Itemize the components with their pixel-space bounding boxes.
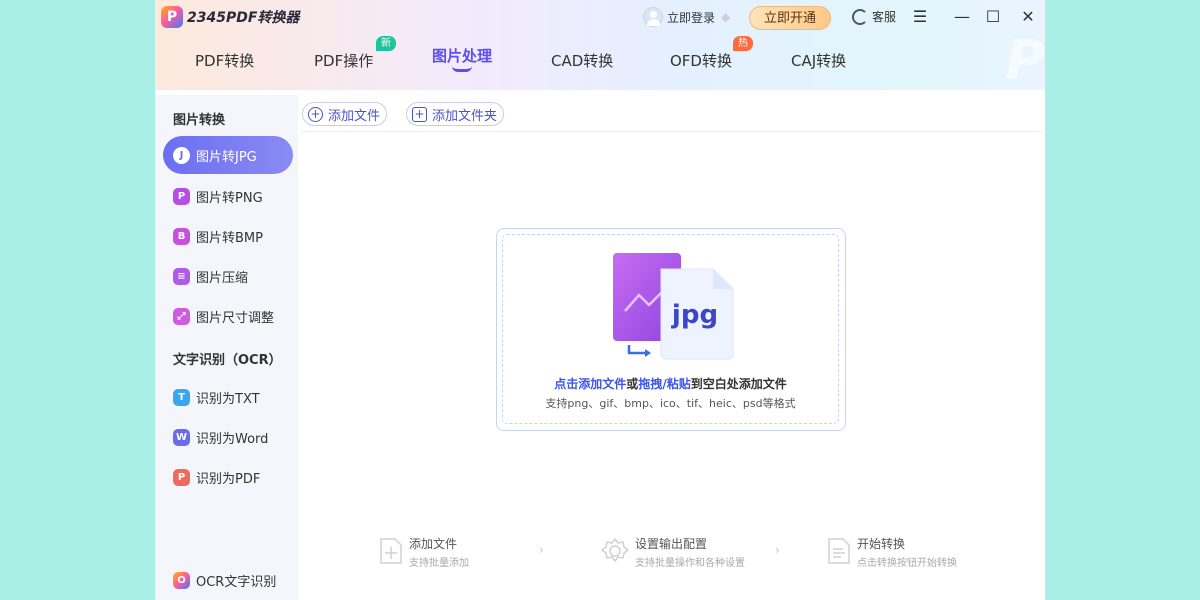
jpg-icon: J (173, 146, 190, 164)
sidebar-item-ocr-recognition[interactable]: O OCR文字识别 (163, 561, 293, 599)
sidebar-item-label: 图片压缩 (196, 270, 249, 286)
add-file-button[interactable]: + 添加文件 (302, 102, 388, 126)
sidebar-item-image-to-png[interactable]: P 图片转PNG (163, 177, 293, 215)
compress-icon: ≡ (173, 267, 190, 285)
gear-icon (601, 538, 629, 562)
main-tabs: PDF转换 PDF操作 新 图片处理 CAD转换 OFD转换 热 CAJ转换 (155, 36, 1045, 85)
step-output-settings: 设置输出配置 支持批量操作和各种设置 (601, 535, 745, 571)
sidebar-item-label: 图片尺寸调整 (196, 310, 275, 326)
tab-pdf-convert[interactable]: PDF转换 (195, 50, 254, 71)
supported-formats-text: 支持png、gif、bmp、ico、tif、heic、psd等格式 (545, 397, 796, 410)
tab-cad-convert[interactable]: CAD转换 (551, 50, 613, 71)
txt-icon: T (173, 388, 190, 406)
close-button[interactable]: ✕ (1016, 6, 1040, 28)
click-add-file-link[interactable]: 点击添加文件 (554, 377, 626, 391)
add-folder-button[interactable]: + 添加文件夹 (406, 102, 505, 126)
diamond-icon: ◆ (721, 10, 731, 24)
sidebar-item-label: 识别为Word (196, 431, 269, 447)
app-title: 2345PDF转换器 (187, 10, 300, 26)
tab-image-process[interactable]: 图片处理 (432, 45, 492, 66)
minimize-button[interactable]: — (950, 6, 974, 28)
file-ext-label: jpg (671, 300, 718, 330)
sidebar-item-ocr-word[interactable]: W 识别为Word (163, 418, 293, 456)
sidebar-section-ocr: 文字识别（OCR） (173, 353, 282, 368)
sidebar-section-image-convert: 图片转换 (173, 113, 226, 128)
maximize-button[interactable]: ☐ (981, 6, 1005, 28)
step-start-convert: 开始转换 点击转换按钮开始转换 (827, 535, 957, 571)
step-sub: 点击转换按钮开始转换 (857, 558, 957, 569)
document-icon (828, 538, 850, 564)
drag-paste-link[interactable]: 拖拽/粘贴 (638, 377, 690, 391)
new-badge: 新 (376, 36, 396, 51)
tab-caj-convert[interactable]: CAJ转换 (791, 50, 846, 71)
active-tab-indicator (452, 66, 472, 72)
word-icon: W (173, 428, 190, 446)
plus-square-icon: + (412, 106, 427, 122)
sidebar-item-label: 识别为PDF (196, 471, 261, 487)
step-title: 开始转换 (857, 537, 906, 551)
sidebar-item-label: 识别为TXT (196, 391, 260, 407)
resize-icon: ⤢ (173, 307, 190, 325)
login-link[interactable]: 立即登录 ◆ (643, 7, 730, 27)
sidebar-item-label: OCR文字识别 (196, 574, 277, 590)
sidebar-item-image-compress[interactable]: ≡ 图片压缩 (163, 257, 293, 295)
sidebar-item-label: 图片转JPG (196, 149, 257, 165)
sidebar: 图片转换 J 图片转JPG P 图片转PNG B 图片转BMP ≡ 图片压缩 ⤢… (155, 95, 298, 600)
sidebar-item-label: 图片转BMP (196, 230, 263, 246)
ocr-icon: O (173, 571, 190, 589)
png-icon: P (173, 187, 190, 205)
bmp-icon: B (173, 227, 190, 245)
step-title: 设置输出配置 (635, 537, 708, 551)
sidebar-item-ocr-pdf[interactable]: P 识别为PDF (163, 458, 293, 496)
file-toolbar: + 添加文件 + 添加文件夹 (302, 100, 1042, 132)
sidebar-item-label: 图片转PNG (196, 190, 263, 206)
step-add-file: 添加文件 支持批量添加 (379, 535, 469, 571)
sidebar-item-image-resize[interactable]: ⤢ 图片尺寸调整 (163, 297, 293, 335)
headset-icon (852, 8, 868, 25)
pdf-icon: P (173, 468, 190, 486)
sidebar-item-image-to-bmp[interactable]: B 图片转BMP (163, 217, 293, 255)
add-folder-label: 添加文件夹 (432, 108, 498, 124)
app-window: P 2345PDF转换器 立即登录 ◆ 立即开通 客服 ☰ — ☐ ✕ P PD… (155, 0, 1045, 600)
menu-icon[interactable]: ☰ (908, 6, 932, 28)
login-label: 立即登录 (667, 10, 716, 25)
hot-badge: 热 (733, 36, 753, 51)
drop-instructions: 点击添加文件或拖拽/粘贴到空白处添加文件 (503, 375, 838, 392)
drop-text-tail: 到空白处添加文件 (690, 377, 787, 391)
step-sub: 支持批量操作和各种设置 (635, 558, 745, 569)
drop-zone-dashed-border: jpg 点击添加文件或拖拽/粘贴到空白处添加文件 支持png、gif、bmp、i… (502, 234, 839, 424)
sidebar-item-ocr-txt[interactable]: T 识别为TXT (163, 378, 293, 416)
step-sub: 支持批量添加 (409, 558, 469, 569)
drop-text-or: 或 (626, 377, 639, 391)
tab-ofd-convert[interactable]: OFD转换 (670, 50, 732, 71)
step-title: 添加文件 (409, 537, 458, 551)
sidebar-item-image-to-jpg[interactable]: J 图片转JPG (163, 136, 293, 174)
add-file-step-icon (380, 538, 402, 564)
app-logo-icon: P (161, 6, 183, 28)
add-file-label: 添加文件 (328, 108, 381, 124)
vip-open-button[interactable]: 立即开通 (749, 6, 831, 30)
drop-zone[interactable]: jpg 点击添加文件或拖拽/粘贴到空白处添加文件 支持png、gif、bmp、i… (496, 228, 846, 431)
plus-circle-icon: + (308, 106, 323, 122)
customer-service-button[interactable]: 客服 (852, 8, 896, 25)
tab-pdf-operate[interactable]: PDF操作 (314, 50, 373, 71)
title-bar: P 2345PDF转换器 立即登录 ◆ 立即开通 客服 ☰ — ☐ ✕ P PD… (155, 0, 1045, 90)
step-arrow-icon: › (539, 543, 544, 557)
user-avatar-icon (643, 7, 663, 27)
jpg-file-illustration-icon: jpg (613, 253, 734, 360)
service-label: 客服 (872, 10, 897, 24)
step-arrow-icon: › (775, 543, 780, 557)
